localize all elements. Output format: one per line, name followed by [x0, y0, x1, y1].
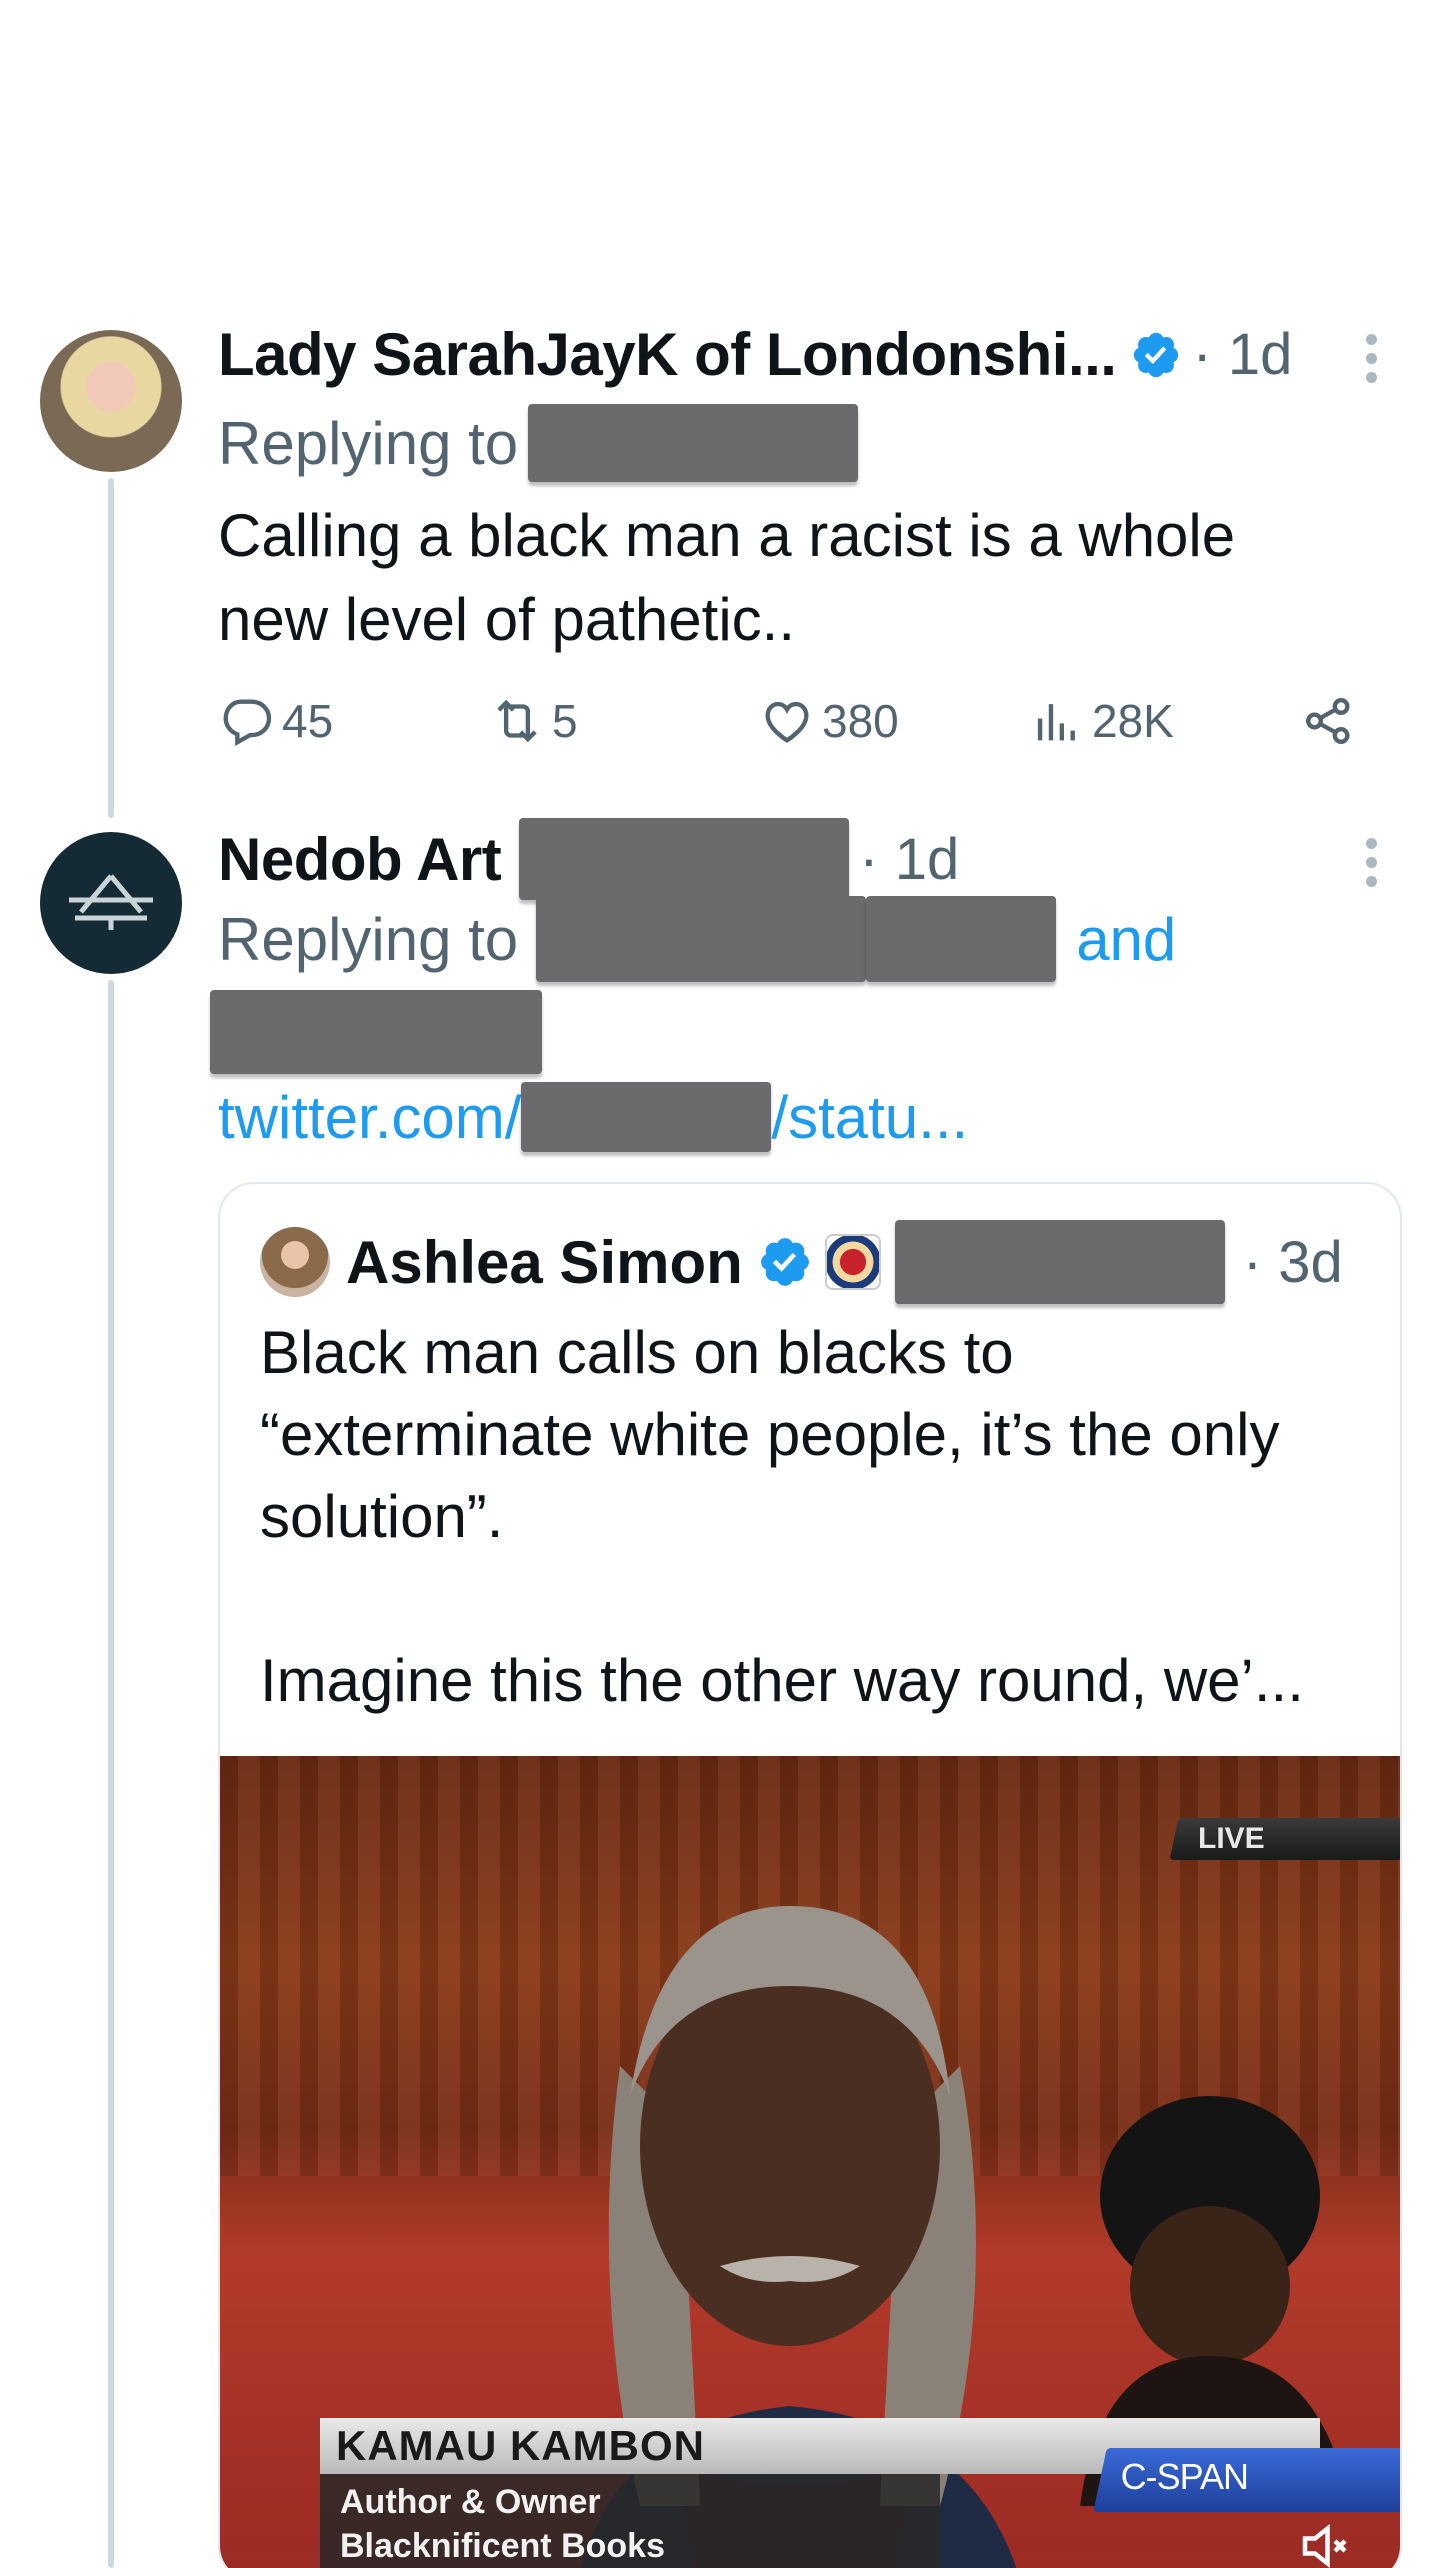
tweet-text-line: Calling a black man a racist is a whole	[218, 502, 1236, 569]
avatar[interactable]	[40, 832, 182, 974]
and-others-link[interactable]: and	[1076, 905, 1176, 974]
reply-count: 45	[282, 695, 334, 747]
quote-text: Black man calls on blacks to “exterminat…	[260, 1312, 1370, 1722]
views-count: 28K	[1092, 695, 1174, 747]
quote-header: Ashlea Simon · 3d	[260, 1220, 1343, 1304]
lower-third-subtitle: Author & Owner Blacknificent Books	[320, 2474, 940, 2568]
quote-timestamp: · 3d	[1242, 1229, 1343, 1295]
tweet-actions: 45 5 380 28K	[218, 692, 1358, 756]
redacted-handle	[210, 990, 542, 1074]
share-button[interactable]	[1300, 692, 1364, 750]
views-chart-icon	[1037, 704, 1075, 741]
quoted-tweet-card[interactable]: Ashlea Simon · 3d Black man calls on bla…	[218, 1182, 1402, 2568]
redacted-handle	[521, 1082, 772, 1152]
nedob-logo-icon	[69, 874, 153, 930]
share-icon	[1306, 698, 1350, 744]
redacted-handle	[894, 1220, 1225, 1304]
tweet-text-line: new level of pathetic..	[218, 586, 796, 653]
link-prefix[interactable]: twitter.com/	[218, 1083, 521, 1152]
heart-icon	[765, 701, 809, 743]
tweet-header: Lady SarahJayK of Londonshi... · 1d	[218, 320, 1292, 389]
network-logo: C-SPAN	[1093, 2448, 1400, 2512]
quote-text-line: Black man calls on blacks to	[260, 1319, 1014, 1386]
timestamp[interactable]: · 1d	[1192, 321, 1292, 388]
redacted-handle	[536, 896, 867, 982]
repost-icon	[497, 699, 537, 743]
quote-text-line: solution”.	[260, 1483, 504, 1550]
tweet-header: Nedob Art · 1d	[218, 818, 959, 900]
quote-text-line	[260, 1558, 1370, 1640]
redacted-handle	[519, 818, 850, 900]
tweet-link[interactable]: twitter.com/ /statu...	[218, 1082, 968, 1152]
redacted-handle	[528, 404, 859, 482]
affiliation-badge-icon	[824, 1234, 881, 1290]
quote-text-line: “exterminate white people, it’s the only	[260, 1401, 1280, 1468]
mute-icon[interactable]	[1290, 2516, 1360, 2568]
quote-text-line: Imagine this the other way round, we’...	[260, 1647, 1304, 1714]
replying-to: Replying to and	[218, 896, 1176, 982]
link-suffix[interactable]: /statu...	[771, 1083, 968, 1152]
reply-button[interactable]: 45	[218, 692, 333, 750]
repost-button[interactable]: 5	[488, 692, 578, 750]
thread-connector-line	[108, 478, 114, 818]
replying-to: Replying to	[218, 404, 859, 482]
more-options-icon[interactable]	[1366, 334, 1377, 383]
more-options-icon[interactable]	[1366, 838, 1377, 887]
quote-author-name: Ashlea Simon	[346, 1228, 743, 1296]
tweet-text: Calling a black man a racist is a whole …	[218, 494, 1235, 662]
like-count: 380	[822, 695, 899, 747]
reply-icon	[223, 699, 272, 746]
repost-count: 5	[552, 695, 578, 747]
author-name[interactable]: Lady SarahJayK of Londonshi...	[218, 320, 1117, 389]
views-button[interactable]: 28K	[1028, 692, 1174, 750]
thread-connector-line	[108, 980, 114, 2568]
verified-badge-icon	[1134, 332, 1179, 377]
replying-to-label: Replying to	[218, 409, 519, 477]
verified-badge-icon	[760, 1238, 809, 1286]
author-name[interactable]: Nedob Art	[218, 825, 502, 894]
avatar[interactable]	[40, 330, 182, 472]
timestamp[interactable]: · 1d	[859, 826, 959, 893]
replying-to-label: Replying to	[218, 905, 519, 973]
live-indicator: LIVE	[1169, 1818, 1400, 1860]
like-button[interactable]: 380	[758, 692, 899, 750]
redacted-handle	[866, 896, 1057, 982]
video-player[interactable]: LIVE KAMAU KAMBON Author & Owner Blackni…	[220, 1756, 1400, 2568]
quote-avatar	[260, 1227, 330, 1297]
